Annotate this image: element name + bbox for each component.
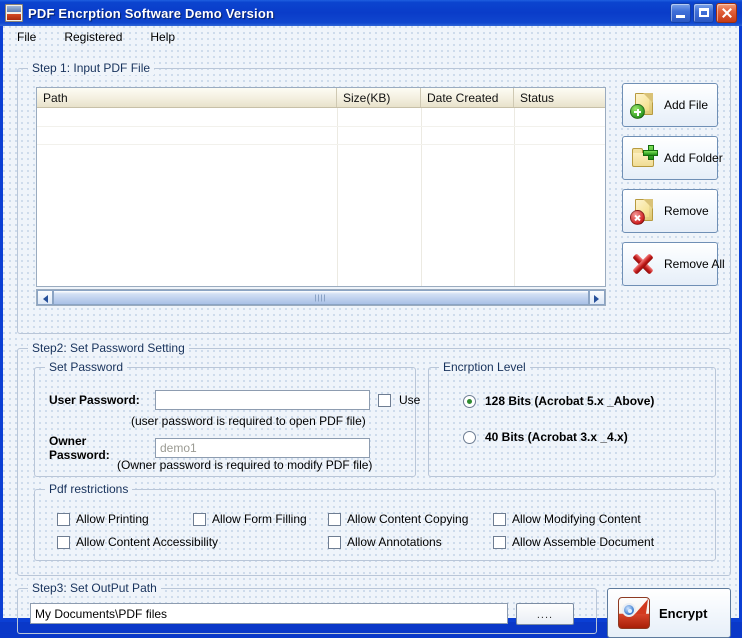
add-folder-label: Add Folder bbox=[664, 151, 723, 165]
remove-button[interactable]: Remove bbox=[622, 189, 718, 233]
allow-modifying-content-label: Allow Modifying Content bbox=[512, 512, 641, 526]
step3-group: Step3: Set OutPut Path .... bbox=[17, 581, 597, 634]
allow-annotations-label: Allow Annotations bbox=[347, 535, 442, 549]
checkbox-allow-content-copying[interactable]: Allow Content Copying bbox=[328, 512, 468, 526]
use-checkbox[interactable] bbox=[378, 393, 391, 407]
set-password-legend: Set Password bbox=[45, 360, 128, 374]
remove-all-button[interactable]: Remove All bbox=[622, 242, 725, 286]
allow-content-accessibility-box[interactable] bbox=[57, 535, 70, 549]
encrypt-button[interactable]: Encrypt bbox=[607, 588, 731, 638]
radio-40-bits-label: 40 Bits (Acrobat 3.x _4.x) bbox=[485, 430, 628, 444]
column-header-date-created[interactable]: Date Created bbox=[421, 88, 514, 107]
output-path-input[interactable] bbox=[30, 603, 508, 624]
scroll-track[interactable] bbox=[53, 290, 589, 305]
client-area: File Registered Help Step 1: Input PDF F… bbox=[3, 26, 739, 638]
pdf-restrictions-group: Pdf restrictions Allow Printing Allow Fo… bbox=[34, 482, 716, 561]
user-password-input[interactable] bbox=[155, 390, 370, 410]
radio-40-bits-indicator[interactable] bbox=[463, 430, 476, 444]
add-folder-button[interactable]: Add Folder bbox=[622, 136, 723, 180]
checkbox-allow-content-accessibility[interactable]: Allow Content Accessibility bbox=[57, 535, 218, 549]
close-icon[interactable] bbox=[716, 3, 737, 23]
remove-all-label: Remove All bbox=[664, 257, 725, 271]
scroll-thumb[interactable] bbox=[53, 290, 589, 305]
minimize-icon[interactable] bbox=[670, 3, 691, 23]
checkbox-allow-annotations[interactable]: Allow Annotations bbox=[328, 535, 442, 549]
title-bar: PDF Encrption Software Demo Version bbox=[0, 0, 742, 26]
column-header-size[interactable]: Size(KB) bbox=[337, 88, 421, 107]
window-controls bbox=[670, 3, 740, 23]
chevron-right-icon[interactable] bbox=[589, 290, 605, 305]
encrypt-label: Encrypt bbox=[659, 605, 708, 621]
column-header-status[interactable]: Status bbox=[514, 88, 605, 107]
user-password-label: User Password: bbox=[49, 393, 140, 407]
set-password-group: Set Password User Password: Use (user pa… bbox=[34, 360, 420, 477]
file-list-header: Path Size(KB) Date Created Status bbox=[37, 88, 605, 108]
file-list-body[interactable] bbox=[37, 108, 605, 286]
allow-assemble-document-label: Allow Assemble Document bbox=[512, 535, 655, 549]
use-checkbox-label: Use bbox=[399, 393, 421, 407]
owner-password-hint: (Owner password is required to modify PD… bbox=[117, 458, 373, 472]
radio-128-bits[interactable]: 128 Bits (Acrobat 5.x _Above) bbox=[463, 394, 654, 408]
folder-add-icon bbox=[630, 144, 658, 172]
step2-legend: Step2: Set Password Setting bbox=[28, 341, 189, 355]
step2-group: Step2: Set Password Setting Set Password… bbox=[17, 341, 731, 576]
allow-printing-label: Allow Printing bbox=[76, 512, 149, 526]
allow-content-copying-box[interactable] bbox=[328, 512, 341, 526]
menu-item-help[interactable]: Help bbox=[150, 30, 175, 44]
allow-content-copying-label: Allow Content Copying bbox=[347, 512, 469, 526]
file-list[interactable]: Path Size(KB) Date Created Status bbox=[36, 87, 606, 287]
radio-40-bits[interactable]: 40 Bits (Acrobat 3.x _4.x) bbox=[463, 430, 628, 444]
maximize-icon[interactable] bbox=[693, 3, 714, 23]
pdf-app-icon bbox=[5, 4, 23, 22]
menu-item-registered[interactable]: Registered bbox=[64, 30, 122, 44]
file-action-buttons: Add File Add Folder Remove Remove All bbox=[622, 83, 725, 295]
checkbox-allow-assemble-document[interactable]: Allow Assemble Document bbox=[493, 535, 654, 549]
owner-password-input[interactable] bbox=[155, 438, 370, 458]
allow-form-filling-box[interactable] bbox=[193, 512, 206, 526]
pdf-encrypt-icon bbox=[618, 597, 650, 629]
allow-annotations-box[interactable] bbox=[328, 535, 341, 549]
allow-modifying-content-box[interactable] bbox=[493, 512, 506, 526]
radio-128-bits-indicator[interactable] bbox=[463, 394, 476, 408]
allow-content-accessibility-label: Allow Content Accessibility bbox=[76, 535, 219, 549]
file-remove-icon bbox=[630, 197, 658, 225]
allow-assemble-document-box[interactable] bbox=[493, 535, 506, 549]
checkbox-allow-modifying-content[interactable]: Allow Modifying Content bbox=[493, 512, 641, 526]
step1-group: Step 1: Input PDF File Path Size(KB) Dat… bbox=[17, 61, 731, 334]
step1-legend: Step 1: Input PDF File bbox=[28, 61, 155, 75]
column-header-path[interactable]: Path bbox=[37, 88, 337, 107]
remove-label: Remove bbox=[664, 204, 709, 218]
pdf-restrictions-legend: Pdf restrictions bbox=[45, 482, 133, 496]
radio-128-bits-label: 128 Bits (Acrobat 5.x _Above) bbox=[485, 394, 655, 408]
encryption-level-legend: Encrption Level bbox=[439, 360, 530, 374]
add-file-button[interactable]: Add File bbox=[622, 83, 718, 127]
checkbox-allow-printing[interactable]: Allow Printing bbox=[57, 512, 149, 526]
application-window: PDF Encrption Software Demo Version File… bbox=[0, 0, 742, 638]
checkbox-allow-form-filling[interactable]: Allow Form Filling bbox=[193, 512, 307, 526]
file-add-icon bbox=[630, 91, 658, 119]
window-title: PDF Encrption Software Demo Version bbox=[28, 5, 275, 21]
file-list-hscrollbar[interactable] bbox=[36, 289, 606, 306]
step3-legend: Step3: Set OutPut Path bbox=[28, 581, 161, 595]
allow-form-filling-label: Allow Form Filling bbox=[212, 512, 307, 526]
remove-all-icon bbox=[630, 250, 658, 278]
chevron-left-icon[interactable] bbox=[37, 290, 53, 305]
add-file-label: Add File bbox=[664, 98, 709, 112]
menu-bar: File Registered Help bbox=[3, 26, 739, 48]
menu-item-file[interactable]: File bbox=[17, 30, 36, 44]
user-password-hint: (user password is required to open PDF f… bbox=[131, 414, 366, 428]
allow-printing-box[interactable] bbox=[57, 512, 70, 526]
encryption-level-group: Encrption Level 128 Bits (Acrobat 5.x _A… bbox=[428, 360, 716, 477]
